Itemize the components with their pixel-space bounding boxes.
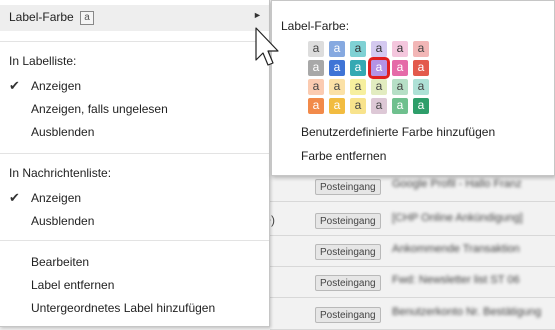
inbox-row[interactable]: Posteingang Fwd: Newsletter list ST 06 [270, 268, 555, 298]
edit-label-text: Bearbeiten [31, 255, 90, 269]
add-sublabel-text: Untergeordnetes Label hinzufügen [31, 301, 216, 315]
inbox-label-tag[interactable]: Posteingang [315, 179, 381, 195]
color-swatch[interactable]: a [308, 79, 324, 95]
color-swatch[interactable]: a [371, 41, 387, 57]
color-swatch[interactable]: a [413, 79, 429, 95]
label-color-menu-label: Label-Farbe [9, 10, 74, 24]
remove-label-item[interactable]: Label entfernen [0, 273, 269, 297]
color-swatch[interactable]: a [350, 41, 366, 57]
color-swatch[interactable]: a [308, 41, 324, 57]
label-list-hide-item[interactable]: Ausblenden [0, 120, 269, 144]
label-color-submenu: Label-Farbe: aaaaaaaaaaaaaaaaaaaaaaaa Be… [271, 0, 555, 176]
color-swatch[interactable]: a [350, 98, 366, 114]
color-swatch[interactable]: a [368, 57, 390, 79]
label-list-show-if-unread-label: Anzeigen, falls ungelesen [31, 102, 168, 116]
inbox-label-tag[interactable]: Posteingang [315, 307, 381, 323]
color-swatch[interactable]: a [329, 98, 345, 114]
inbox-row[interactable]: Posteingang Ankommende Transaktion [270, 237, 555, 267]
color-swatch[interactable]: a [329, 79, 345, 95]
color-swatch[interactable]: a [350, 60, 366, 76]
label-list-show-if-unread-item[interactable]: Anzeigen, falls ungelesen [0, 97, 269, 121]
row-subject: Ankommende Transaktion [392, 243, 520, 255]
color-swatch[interactable]: a [371, 79, 387, 95]
edit-label-item[interactable]: Bearbeiten [0, 250, 269, 274]
color-swatch[interactable]: a [413, 98, 429, 114]
message-list-hide-label: Ausblenden [31, 214, 95, 228]
color-swatch[interactable]: a [392, 41, 408, 57]
inbox-row[interactable]: Posteingang Benutzerkonto Nr. Bestätigung [270, 300, 555, 330]
menu-divider [0, 153, 269, 154]
color-swatch[interactable]: a [308, 98, 324, 114]
checkmark-icon: ✔ [9, 190, 20, 205]
color-swatch[interactable]: a [392, 98, 408, 114]
message-list-hide-item[interactable]: Ausblenden [0, 209, 269, 233]
in-label-list-header: In Labelliste: [9, 54, 77, 68]
add-custom-color-link[interactable]: Benutzerdefinierte Farbe hinzufügen [301, 125, 495, 139]
in-message-list-header: In Nachrichtenliste: [9, 166, 112, 180]
label-color-submenu-title: Label-Farbe: [281, 19, 350, 33]
inbox-label-tag[interactable]: Posteingang [315, 244, 381, 260]
color-swatch[interactable]: a [371, 98, 387, 114]
color-swatch[interactable]: a [392, 60, 408, 76]
inbox-row[interactable]: Posteingang Google Profil - Hallo Franz [270, 172, 555, 202]
color-swatch[interactable]: a [308, 60, 324, 76]
inbox-label-tag[interactable]: Posteingang [315, 213, 381, 229]
row-subject: Benutzerkonto Nr. Bestätigung [392, 306, 542, 318]
add-sublabel-item[interactable]: Untergeordnetes Label hinzufügen [0, 296, 269, 320]
remove-color-link[interactable]: Farbe entfernen [301, 149, 386, 163]
checkmark-icon: ✔ [9, 78, 20, 93]
message-list-show-item[interactable]: ✔ Anzeigen [0, 186, 269, 210]
color-swatch[interactable]: a [392, 79, 408, 95]
submenu-arrow-icon: ► [253, 10, 262, 20]
color-swatch[interactable]: a [413, 60, 429, 76]
remove-label-text: Label entfernen [31, 278, 115, 292]
menu-divider [0, 240, 269, 241]
row-subject: Fwd: Newsletter list ST 06 [392, 274, 520, 286]
color-swatch[interactable]: a [329, 60, 345, 76]
color-swatch[interactable]: a [350, 79, 366, 95]
inbox-label-tag[interactable]: Posteingang [315, 275, 381, 291]
label-list-show-label: Anzeigen [31, 79, 82, 93]
inbox-row[interactable]: +)Posteingang[CHP Online Ankündigung] [264, 206, 555, 236]
label-color-menu-item[interactable]: Label-Farbe a ► [0, 5, 269, 31]
row-subject: [CHP Online Ankündigung] [392, 212, 523, 224]
menu-divider [0, 41, 269, 42]
label-color-preview-badge: a [80, 11, 94, 25]
label-list-hide-label: Ausblenden [31, 125, 95, 139]
label-options-menu: Label-Farbe a ► In Labelliste: ✔ Anzeige… [0, 0, 270, 327]
label-list-show-item[interactable]: ✔ Anzeigen [0, 74, 269, 98]
color-swatch[interactable]: a [329, 41, 345, 57]
row-subject: Google Profil - Hallo Franz [392, 178, 522, 190]
mouse-pointer-icon [255, 27, 279, 66]
message-list-show-label: Anzeigen [31, 191, 82, 205]
color-swatch[interactable]: a [413, 41, 429, 57]
